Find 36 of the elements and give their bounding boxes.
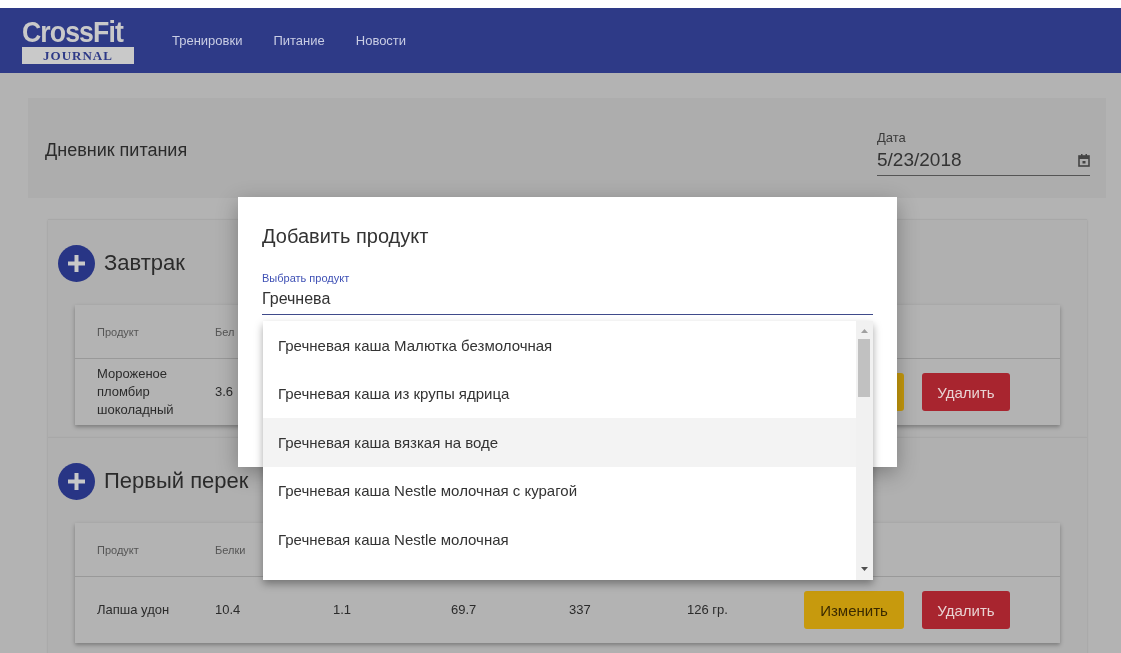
delete-button[interactable]: Удалить bbox=[922, 373, 1010, 411]
dialog-title: Добавить продукт bbox=[262, 225, 430, 248]
table-cell: 10.4 bbox=[215, 601, 241, 619]
table-cell-text: Мороженое пломбир шоколадный bbox=[97, 365, 175, 419]
table-cell: 337 bbox=[569, 601, 591, 619]
table-cell: 69.7 bbox=[451, 601, 477, 619]
add-icon[interactable] bbox=[58, 244, 95, 282]
scrollbar[interactable] bbox=[856, 321, 873, 580]
add-icon[interactable] bbox=[58, 462, 95, 500]
column-header: Белки bbox=[215, 542, 246, 558]
product-input[interactable]: Гречнева bbox=[262, 290, 873, 315]
column-header: Продукт bbox=[97, 542, 139, 558]
table-cell: 1.1 bbox=[333, 601, 352, 619]
column-header: Продукт bbox=[97, 324, 139, 340]
menu-option[interactable]: Гречневая каша из крупы ядрица bbox=[263, 369, 856, 418]
calendar-icon[interactable] bbox=[1078, 153, 1090, 167]
logo-text[interactable]: CrossFit bbox=[22, 17, 126, 46]
logo-subtitle[interactable]: JOURNAL bbox=[22, 46, 134, 64]
table-cell: 3.6 bbox=[215, 383, 234, 401]
meal-title: Первый перек bbox=[104, 468, 249, 494]
menu-option[interactable]: Гречневая каша вязкая на воде bbox=[263, 418, 856, 467]
date-field[interactable]: Дата 5/23/2018 bbox=[877, 130, 1090, 176]
nav-link[interactable]: Новости bbox=[355, 33, 407, 48]
edit-button[interactable]: Изменить bbox=[804, 591, 904, 629]
column-header: Бел bbox=[215, 324, 235, 340]
meal-title: Завтрак bbox=[104, 250, 185, 276]
nav-link[interactable]: Тренировки bbox=[172, 33, 243, 48]
menu-option[interactable]: Гречневая каша Nestle молочная bbox=[263, 515, 856, 564]
menu-option[interactable]: Гречневая каша Малютка безмолочная bbox=[263, 321, 856, 370]
table-cell: 126 гр. bbox=[687, 601, 728, 619]
field-label: Выбрать продукт bbox=[262, 272, 351, 284]
table-cell-text: Лапша удон bbox=[97, 601, 171, 619]
page-title: Дневник питания bbox=[45, 139, 188, 161]
delete-button[interactable]: Удалить bbox=[922, 591, 1010, 629]
nav-link[interactable]: Питание bbox=[273, 33, 325, 48]
menu-option[interactable]: Гречневая каша Nestle молочная с курагой bbox=[263, 466, 856, 515]
